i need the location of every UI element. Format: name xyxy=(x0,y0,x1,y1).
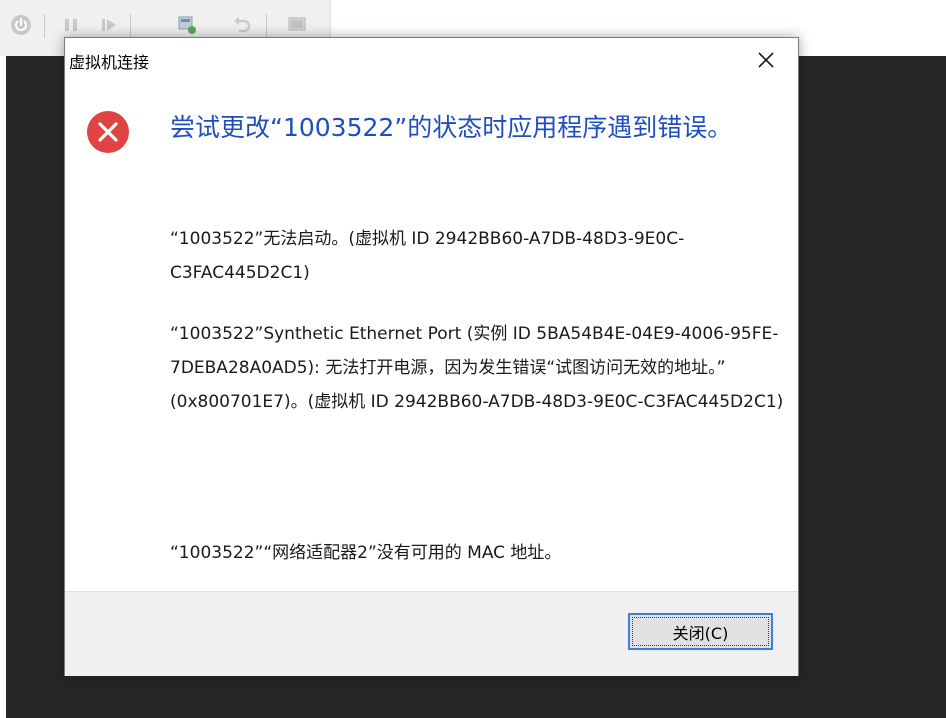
pause-icon[interactable] xyxy=(60,14,82,36)
enhanced-session-icon[interactable] xyxy=(286,14,308,36)
focus-ring xyxy=(632,617,769,646)
error-message: “1003522”无法启动。(虚拟机 ID 2942BB60-A7DB-48D3… xyxy=(170,229,685,283)
toolbar-separator xyxy=(266,14,267,38)
play-step-icon[interactable] xyxy=(98,14,120,36)
error-heading: 尝试更改“1003522”的状态时应用程序遇到错误。 xyxy=(170,113,733,142)
power-icon[interactable] xyxy=(10,14,32,36)
toolbar-separator xyxy=(130,14,131,38)
screen: 虚拟机连接 尝试更改“1003522”的状态时应用程序遇到错误。 “100352… xyxy=(0,0,946,718)
error-message: “1003522”Synthetic Ethernet Port (实例 ID … xyxy=(170,324,784,412)
error-dialog: 虚拟机连接 尝试更改“1003522”的状态时应用程序遇到错误。 “100352… xyxy=(64,37,799,676)
close-button[interactable]: 关闭(C) xyxy=(628,613,773,650)
dialog-footer: 关闭(C) xyxy=(65,591,798,676)
toolbar-separator xyxy=(44,14,45,38)
revert-icon[interactable] xyxy=(230,14,252,36)
close-x-icon[interactable] xyxy=(752,46,780,74)
dialog-titlebar[interactable]: 虚拟机连接 xyxy=(65,38,798,82)
checkpoint-icon[interactable] xyxy=(176,14,198,36)
dialog-title: 虚拟机连接 xyxy=(69,53,150,72)
error-message: “1003522”“网络适配器2”没有可用的 MAC 地址。 xyxy=(170,543,562,563)
error-circle-icon xyxy=(87,111,129,153)
